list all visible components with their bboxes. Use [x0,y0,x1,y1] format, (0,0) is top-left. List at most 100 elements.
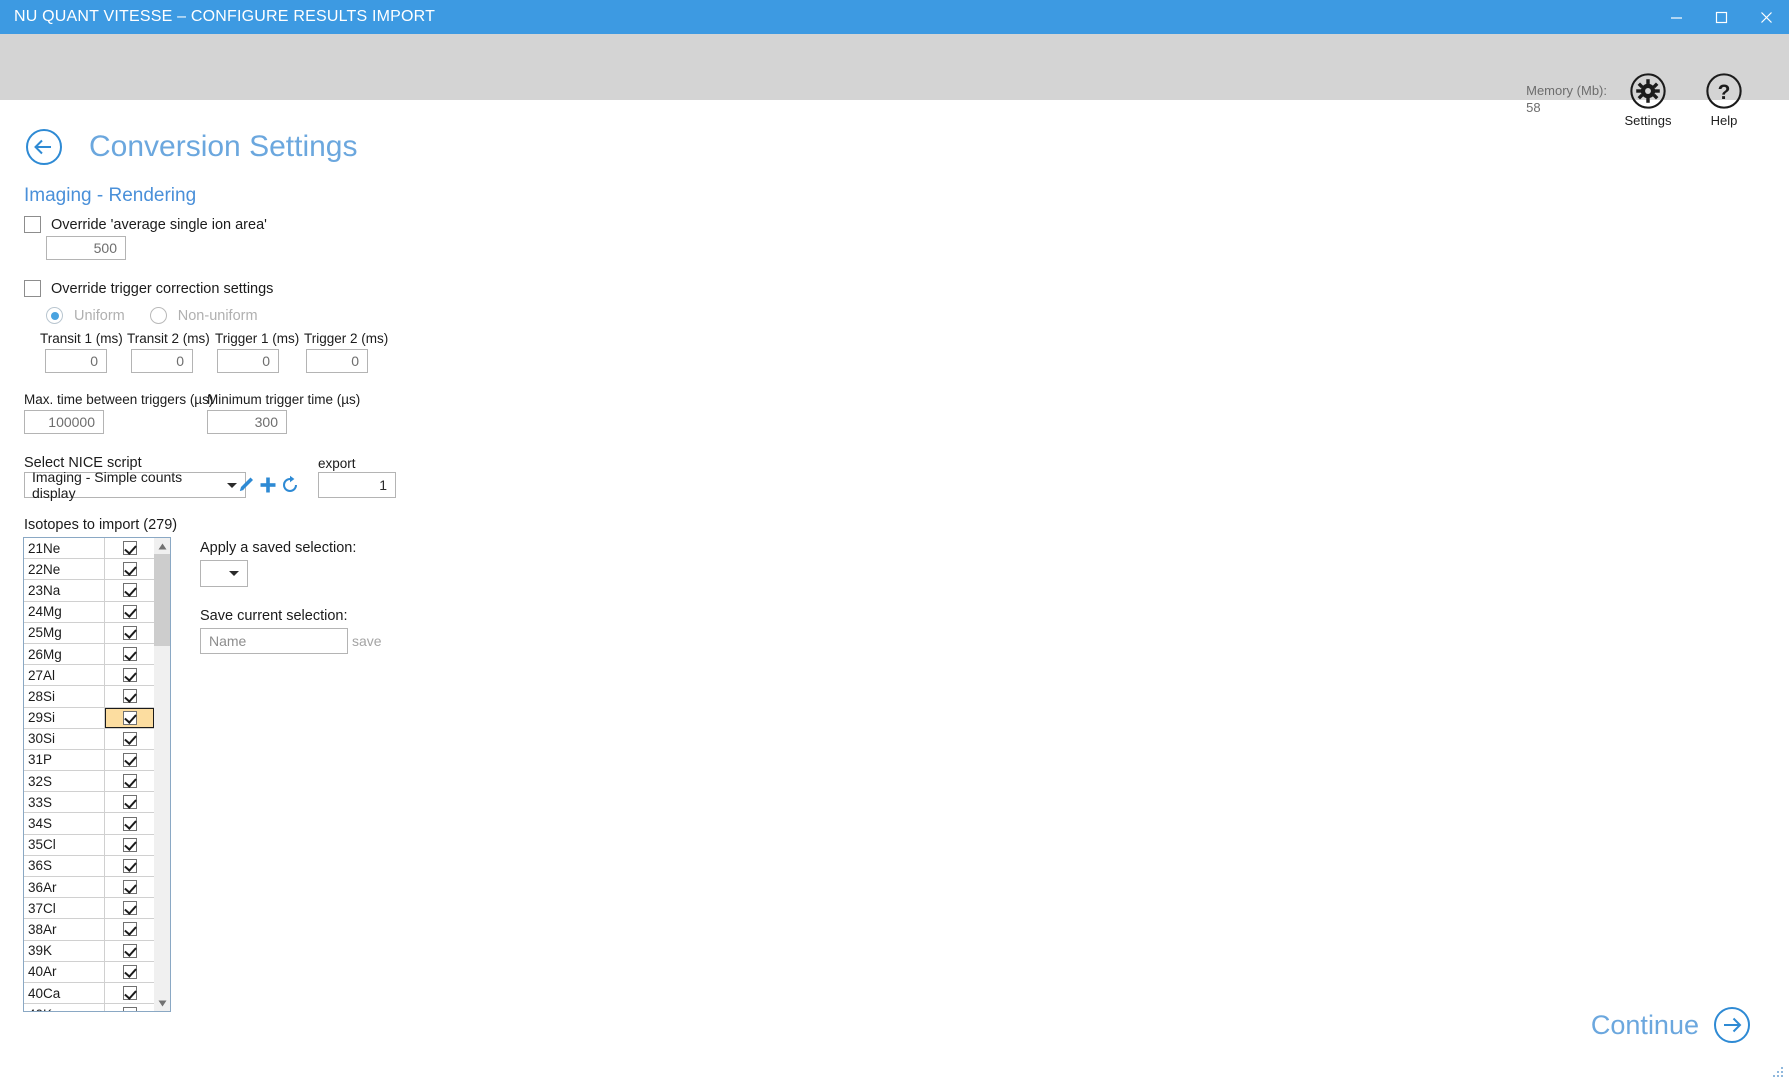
selection-name-input[interactable]: Name [200,628,348,654]
check-icon[interactable] [122,710,137,725]
isotope-checkbox-cell[interactable] [105,877,154,897]
help-button[interactable]: ? Help [1687,72,1761,128]
check-icon[interactable] [122,901,137,916]
plus-icon[interactable] [258,475,278,495]
isotope-checkbox-cell[interactable] [105,580,154,600]
override-area-row[interactable]: Override 'average single ion area' [24,216,267,233]
isotope-checkbox-cell[interactable] [105,792,154,812]
isotope-checkbox-cell[interactable] [105,919,154,939]
isotope-row[interactable]: 35Cl [24,834,154,856]
isotope-row[interactable]: 27Al [24,665,154,687]
radio-uniform[interactable] [46,307,63,324]
isotope-checkbox-cell[interactable] [105,750,154,770]
isotope-row[interactable]: 32S [24,771,154,793]
isotope-checkbox-cell[interactable] [105,538,154,558]
close-icon[interactable] [1744,0,1789,34]
check-icon[interactable] [122,562,137,577]
isotope-checkbox-cell[interactable] [105,835,154,855]
average-single-ion-area-input[interactable]: 500 [46,236,126,260]
isotope-checkbox-cell[interactable] [105,771,154,791]
isotope-row[interactable]: 23Na [24,580,154,602]
check-icon[interactable] [122,604,137,619]
isotope-row[interactable]: 22Ne [24,559,154,581]
isotope-row[interactable]: 39K [24,940,154,962]
save-selection-button[interactable]: save [352,633,382,649]
override-area-checkbox[interactable] [24,216,41,233]
isotopes-table[interactable]: 21Ne 22Ne 23Na 24Mg 25Mg 26Mg 27Al 28Si 29Si 30Si… [23,537,171,1012]
min-trigger-input[interactable]: 300 [207,410,287,434]
isotope-checkbox-cell[interactable] [105,1004,154,1011]
check-icon[interactable] [122,964,137,979]
check-icon[interactable] [122,880,137,895]
back-arrow-icon[interactable] [25,128,63,166]
isotope-row[interactable]: 37Cl [24,898,154,920]
trigger1-input[interactable]: 0 [217,349,279,373]
check-icon[interactable] [122,816,137,831]
export-input[interactable]: 1 [318,472,396,498]
check-icon[interactable] [122,731,137,746]
scroll-up-icon[interactable] [154,538,170,554]
scroll-down-icon[interactable] [154,995,170,1011]
check-icon[interactable] [122,858,137,873]
check-icon[interactable] [122,689,137,704]
isotope-checkbox-cell[interactable] [105,856,154,876]
transit1-input[interactable]: 0 [45,349,107,373]
isotope-row[interactable]: 40K [24,1004,154,1011]
isotope-row[interactable]: 25Mg [24,622,154,644]
check-icon[interactable] [122,837,137,852]
check-icon[interactable] [122,943,137,958]
check-icon[interactable] [122,583,137,598]
continue-button[interactable]: Continue [1591,1006,1751,1044]
check-icon[interactable] [122,647,137,662]
check-icon[interactable] [122,668,137,683]
override-trigger-row[interactable]: Override trigger correction settings [24,280,273,297]
trigger-mode-radio-group[interactable]: Uniform Non-uniform [46,307,272,324]
isotope-row[interactable]: 30Si [24,728,154,750]
resize-grip[interactable] [1769,1063,1785,1079]
max-time-input[interactable]: 100000 [24,410,104,434]
isotope-checkbox-cell[interactable] [105,623,154,643]
isotope-row[interactable]: 40Ca [24,982,154,1005]
nice-script-select[interactable]: Imaging - Simple counts display [24,469,246,501]
isotope-row[interactable]: 21Ne [24,538,154,560]
isotope-checkbox-cell[interactable] [105,644,154,664]
isotope-checkbox-cell[interactable] [105,602,154,622]
isotope-checkbox-cell[interactable] [105,941,154,961]
isotope-row[interactable]: 29Si [24,707,154,729]
check-icon[interactable] [122,1007,137,1011]
check-icon[interactable] [122,541,137,556]
isotope-row[interactable]: 26Mg [24,643,154,666]
isotope-checkbox-cell[interactable] [105,729,154,749]
isotope-row[interactable]: 38Ar [24,919,154,941]
isotope-row[interactable]: 24Mg [24,601,154,623]
check-icon[interactable] [122,795,137,810]
settings-button[interactable]: Settings [1611,72,1685,128]
isotope-row[interactable]: 28Si [24,686,154,708]
override-trigger-checkbox[interactable] [24,280,41,297]
trigger2-input[interactable]: 0 [306,349,368,373]
scrollbar-thumb[interactable] [154,554,170,646]
isotope-checkbox-cell[interactable] [105,962,154,982]
isotopes-scrollbar[interactable] [154,538,170,1011]
maximize-icon[interactable] [1699,0,1744,34]
isotope-row[interactable]: 31P [24,749,154,772]
radio-nonuniform[interactable] [149,307,167,324]
check-icon[interactable] [122,625,137,640]
check-icon[interactable] [122,986,137,1001]
isotope-checkbox-cell[interactable] [105,707,154,728]
isotope-checkbox-cell[interactable] [105,686,154,706]
check-icon[interactable] [122,774,137,789]
pencil-icon[interactable] [236,475,256,495]
check-icon[interactable] [122,922,137,937]
forward-arrow-icon[interactable] [1713,1006,1751,1044]
isotope-checkbox-cell[interactable] [105,813,154,833]
transit2-input[interactable]: 0 [131,349,193,373]
apply-selection-select[interactable] [200,560,248,587]
minimize-icon[interactable] [1654,0,1699,34]
isotope-row[interactable]: 36Ar [24,877,154,899]
isotope-checkbox-cell[interactable] [105,559,154,579]
isotope-row[interactable]: 33S [24,792,154,814]
isotope-row[interactable]: 36S [24,855,154,877]
isotope-checkbox-cell[interactable] [105,665,154,685]
isotope-row[interactable]: 34S [24,813,154,835]
